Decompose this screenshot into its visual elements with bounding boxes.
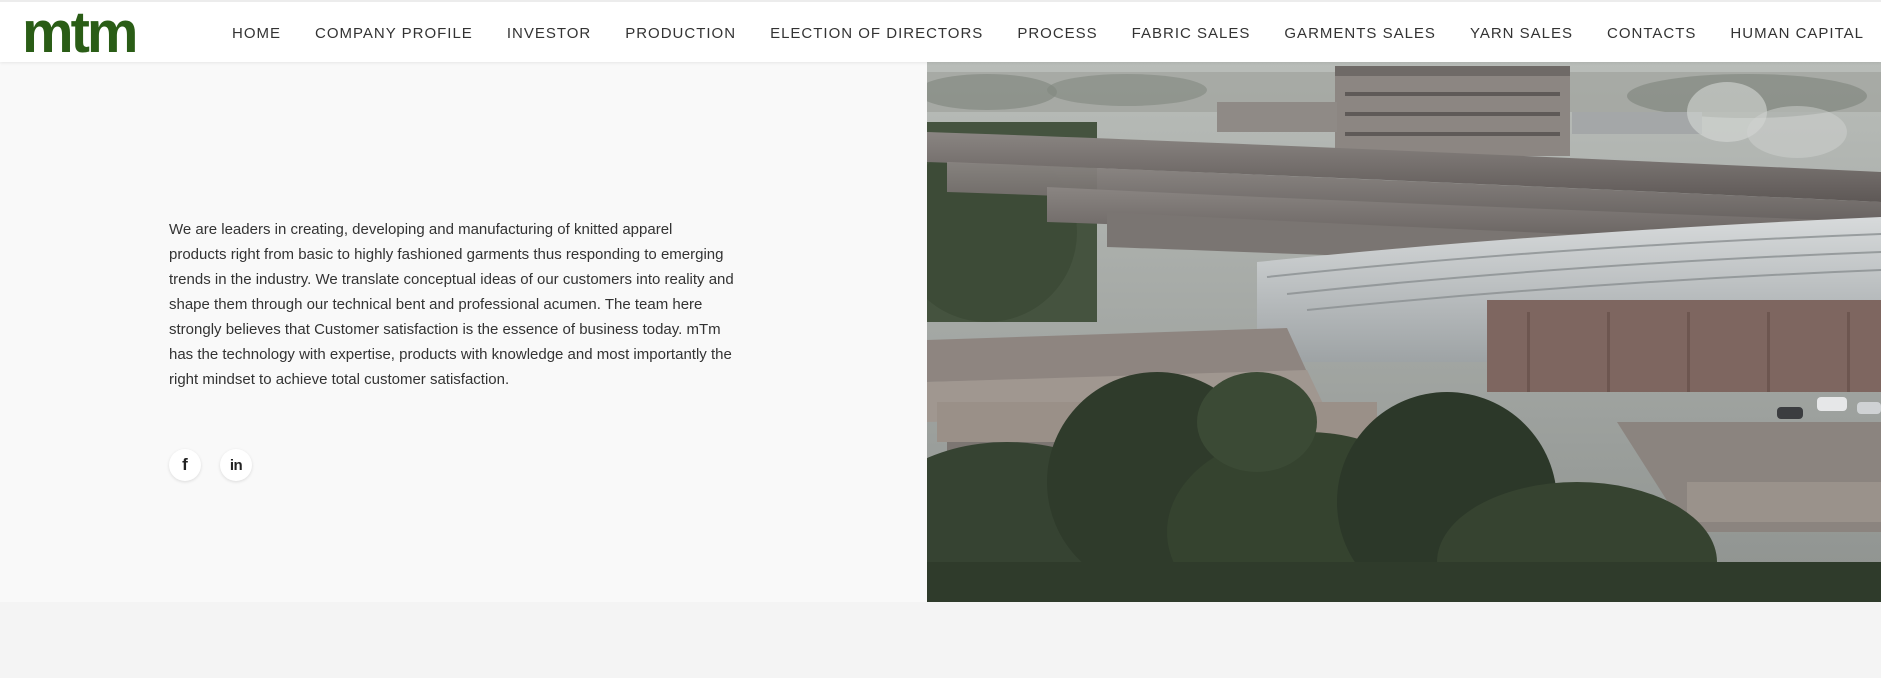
- facebook-button[interactable]: f: [169, 449, 201, 481]
- factory-aerial-photo: [927, 62, 1881, 602]
- main-nav: HOME COMPANY PROFILE INVESTOR PRODUCTION…: [215, 2, 1881, 64]
- nav-company-profile[interactable]: COMPANY PROFILE: [315, 25, 473, 42]
- social-links: f in: [169, 449, 271, 481]
- nav-human-capital[interactable]: HUMAN CAPITAL: [1730, 25, 1864, 42]
- nav-production[interactable]: PRODUCTION: [625, 25, 736, 42]
- site-header: mtm HOME COMPANY PROFILE INVESTOR PRODUC…: [0, 0, 1881, 62]
- nav-garments-sales[interactable]: GARMENTS SALES: [1284, 25, 1436, 42]
- nav-process[interactable]: PROCESS: [1017, 25, 1097, 42]
- page-bottom-band: [0, 602, 1881, 678]
- nav-contacts[interactable]: CONTACTS: [1607, 25, 1696, 42]
- nav-home[interactable]: HOME: [232, 25, 281, 42]
- linkedin-button[interactable]: in: [220, 449, 252, 481]
- brand-logo[interactable]: mtm: [22, 4, 138, 62]
- nav-election-of-directors[interactable]: ELECTION OF DIRECTORS: [770, 25, 983, 42]
- company-description: We are leaders in creating, developing a…: [169, 221, 734, 388]
- facebook-icon: f: [182, 455, 188, 474]
- linkedin-icon: in: [229, 456, 243, 474]
- nav-fabric-sales[interactable]: FABRIC SALES: [1132, 25, 1251, 42]
- nav-investor[interactable]: INVESTOR: [507, 25, 591, 42]
- intro-panel: We are leaders in creating, developing a…: [0, 62, 927, 602]
- nav-yarn-sales[interactable]: YARN SALES: [1470, 25, 1573, 42]
